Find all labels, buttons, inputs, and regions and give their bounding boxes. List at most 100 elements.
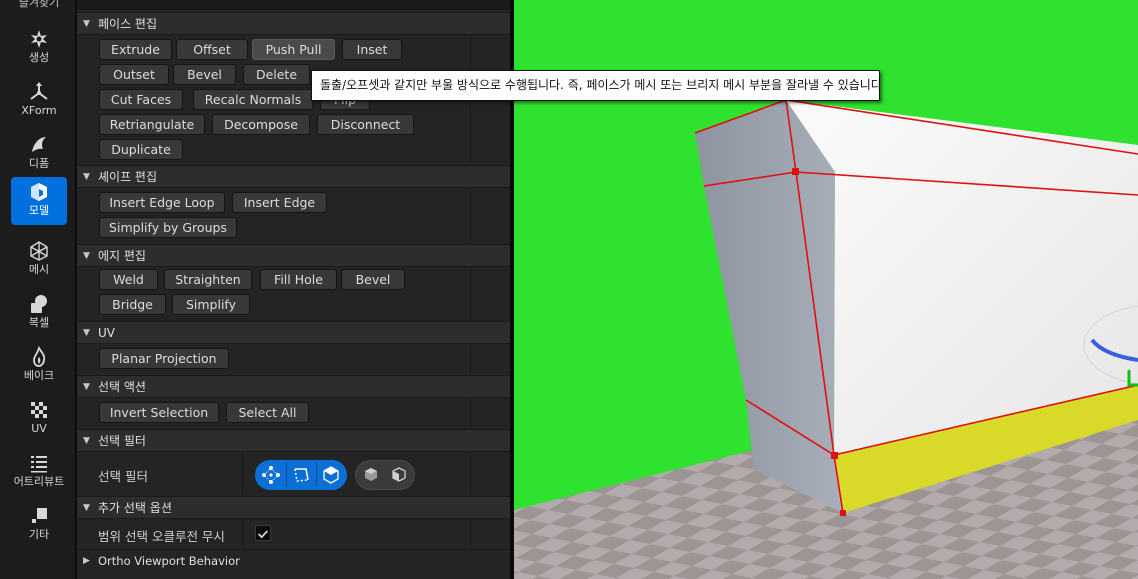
mesh-icon: [30, 241, 48, 261]
simplify-by-groups-button[interactable]: Simplify by Groups: [99, 217, 237, 238]
push-pull-tooltip: 돌출/오프셋과 같지만 부울 방식으로 수행됩니다. 즉, 페이스가 메시 또는…: [311, 70, 880, 101]
tool-label: 생성: [28, 51, 50, 64]
tool-label: 메시: [28, 263, 50, 276]
tool-label: 베이크: [23, 369, 55, 382]
section-edge-edit[interactable]: ▼ 에지 편집: [77, 244, 510, 267]
extra-selection-body: 범위 선택 오클루전 무시: [77, 520, 510, 548]
section-title: 셰이프 편집: [98, 170, 158, 184]
planar-projection-button[interactable]: Planar Projection: [99, 348, 229, 369]
face-select-icon[interactable]: [316, 460, 346, 490]
simplify-button[interactable]: Simplify: [172, 294, 250, 315]
cut-faces-button[interactable]: Cut Faces: [99, 89, 183, 110]
tool-attributes[interactable]: 어트리뷰트: [11, 448, 67, 496]
tool-misc[interactable]: 기타: [11, 501, 67, 549]
collapse-arrow-icon: ▼: [83, 503, 90, 513]
fill-hole-button[interactable]: Fill Hole: [260, 269, 337, 290]
straighten-button[interactable]: Straighten: [164, 269, 252, 290]
mode-toolbar: 즐겨찾기 생성 XForm 디폼 모델 메시 복셀 베이크 UV 어트리뷰트 기…: [0, 0, 76, 579]
edge-select-icon[interactable]: [286, 460, 316, 490]
tool-bake[interactable]: 베이크: [11, 342, 67, 390]
occluded-icon[interactable]: [384, 460, 414, 490]
tool-label: XForm: [21, 104, 57, 117]
xform-icon: [30, 82, 48, 100]
tool-uv[interactable]: UV: [11, 395, 67, 443]
tool-label: 기타: [28, 528, 50, 541]
tool-mesh[interactable]: 메시: [11, 236, 67, 284]
column-divider: [470, 345, 471, 374]
collapse-arrow-icon: ▼: [83, 328, 90, 338]
create-icon: [31, 30, 47, 48]
select-all-button[interactable]: Select All: [226, 402, 309, 423]
inset-button[interactable]: Inset: [342, 39, 402, 60]
column-divider: [470, 520, 471, 548]
disconnect-button[interactable]: Disconnect: [317, 114, 414, 135]
decompose-button[interactable]: Decompose: [212, 114, 310, 135]
backface-icon[interactable]: [356, 460, 386, 490]
checkmark-icon: [258, 530, 269, 539]
voxel-icon: [31, 295, 47, 313]
outset-button[interactable]: Outset: [99, 64, 169, 85]
deform-icon: [32, 137, 46, 152]
section-uv[interactable]: ▼ UV: [77, 321, 510, 344]
section-title: 선택 액션: [98, 380, 146, 394]
push-pull-button[interactable]: Push Pull: [252, 39, 335, 60]
uv-icon: [31, 402, 47, 418]
column-divider: [470, 399, 471, 428]
retriangulate-button[interactable]: Retriangulate: [99, 114, 205, 135]
edge-bevel-button[interactable]: Bevel: [341, 269, 405, 290]
collapse-arrow-icon: ▼: [83, 436, 90, 446]
recalc-normals-button[interactable]: Recalc Normals: [193, 89, 313, 110]
tool-create[interactable]: 생성: [11, 24, 67, 72]
ignore-occlusion-checkbox[interactable]: [255, 525, 271, 541]
bridge-button[interactable]: Bridge: [99, 294, 166, 315]
section-title: 선택 필터: [98, 434, 146, 448]
shape-edit-body: Insert Edge Loop Insert Edge Simplify by…: [77, 189, 510, 243]
visibility-filter-toggle-group: [355, 460, 415, 490]
tool-label: 복셀: [28, 316, 50, 329]
section-title: UV: [98, 326, 115, 340]
tool-deform[interactable]: 디폼: [11, 130, 67, 178]
section-extra-selection-options[interactable]: ▼ 추가 선택 옵션: [77, 496, 510, 519]
bevel-button[interactable]: Bevel: [173, 64, 236, 85]
offset-button[interactable]: Offset: [176, 39, 248, 60]
ignore-occlusion-label: 범위 선택 오클루전 무시: [98, 529, 225, 544]
section-face-edit[interactable]: ▼ 페이스 편집: [77, 12, 510, 35]
weld-button[interactable]: Weld: [99, 269, 158, 290]
bake-icon: [33, 346, 46, 367]
label-divider: [242, 453, 243, 495]
section-selection-filter[interactable]: ▼ 선택 필터: [77, 429, 510, 452]
tool-model[interactable]: 모델: [11, 177, 67, 225]
column-divider: [470, 268, 471, 321]
tool-label: UV: [31, 422, 47, 435]
selection-filter-label: 선택 필터: [98, 469, 148, 484]
delete-button[interactable]: Delete: [243, 64, 310, 85]
favorites-label-partial[interactable]: 즐겨찾기: [11, 0, 67, 10]
panel-top-bar: [77, 0, 510, 10]
section-title: 페이스 편집: [98, 17, 158, 31]
label-divider: [242, 520, 243, 548]
section-selection-actions[interactable]: ▼ 선택 액션: [77, 375, 510, 398]
tool-xform[interactable]: XForm: [11, 77, 67, 125]
selection-actions-body: Invert Selection Select All: [77, 399, 510, 428]
tool-voxel[interactable]: 복셀: [11, 289, 67, 337]
section-title: Ortho Viewport Behavior: [98, 554, 240, 568]
misc-icon: [32, 508, 47, 523]
tool-label: 어트리뷰트: [13, 475, 65, 488]
model-icon: [31, 183, 47, 201]
duplicate-button[interactable]: Duplicate: [99, 139, 183, 160]
section-title: 추가 선택 옵션: [98, 501, 172, 515]
column-divider: [470, 189, 471, 243]
extrude-button[interactable]: Extrude: [99, 39, 172, 60]
tool-label: 모델: [28, 204, 50, 217]
column-divider: [470, 453, 471, 495]
section-ortho-viewport-behavior[interactable]: ▶ Ortho Viewport Behavior: [77, 549, 510, 572]
vertex-select-icon[interactable]: [256, 460, 286, 490]
collapse-arrow-icon: ▼: [83, 19, 90, 29]
collapse-arrow-icon: ▼: [83, 382, 90, 392]
collapse-arrow-icon: ▼: [83, 172, 90, 182]
insert-edge-loop-button[interactable]: Insert Edge Loop: [99, 192, 225, 213]
section-shape-edit[interactable]: ▼ 셰이프 편집: [77, 165, 510, 188]
attributes-icon: [31, 456, 47, 473]
insert-edge-button[interactable]: Insert Edge: [232, 192, 327, 213]
invert-selection-button[interactable]: Invert Selection: [99, 402, 219, 423]
